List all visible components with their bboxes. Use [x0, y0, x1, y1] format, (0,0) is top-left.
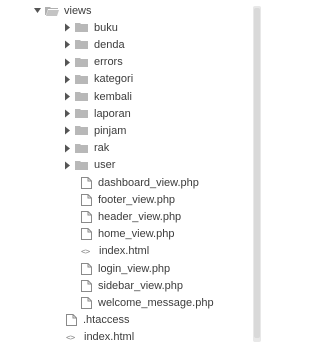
tree-item-label: laporan	[94, 107, 131, 120]
tree-item-label: views	[64, 4, 92, 17]
tree-item-label: kembali	[94, 90, 132, 103]
folder-icon	[75, 126, 88, 136]
tree-item-file[interactable]: footer_view.php	[81, 191, 320, 208]
tree-item-label: welcome_message.php	[98, 296, 214, 309]
file-icon	[81, 296, 92, 309]
file-icon	[81, 176, 92, 189]
chevron-right-icon[interactable]	[64, 144, 71, 153]
chevron-right-icon[interactable]	[64, 161, 71, 170]
tree-item-views[interactable]: views	[34, 2, 284, 19]
folder-icon	[75, 74, 88, 84]
tree-item-denda[interactable]: denda	[64, 36, 314, 53]
tree-item-file[interactable]: sidebar_view.php	[81, 277, 320, 294]
tree-item-label: .htaccess	[83, 314, 130, 327]
tree-item-buku[interactable]: buku	[64, 19, 314, 36]
chevron-right-icon[interactable]	[64, 40, 71, 49]
tree-item-file[interactable]: header_view.php	[81, 208, 320, 225]
file-icon	[66, 314, 77, 327]
file-icon	[81, 279, 92, 292]
tree-item-file[interactable]: welcome_message.php	[81, 294, 320, 311]
tree-item-label: index.html	[99, 245, 150, 258]
tree-item-label: kategori	[94, 73, 134, 86]
tree-item-pinjam[interactable]: pinjam	[64, 122, 314, 139]
tree-item-label: buku	[94, 21, 118, 34]
folder-open-icon	[45, 6, 59, 17]
folder-icon	[75, 92, 88, 102]
chevron-right-icon[interactable]	[64, 58, 71, 67]
tree-item-rak[interactable]: rak	[64, 140, 314, 157]
folder-icon	[75, 23, 88, 33]
tree-item-label: home_view.php	[98, 228, 175, 241]
tree-item-label: index.html	[84, 331, 135, 344]
tree-item-label: login_view.php	[98, 262, 171, 275]
tree-item-file[interactable]: home_view.php	[81, 226, 320, 243]
tree-item-label: dashboard_view.php	[98, 176, 199, 189]
tree-item-label: footer_view.php	[98, 193, 176, 206]
tree-item-kategori[interactable]: kategori	[64, 71, 314, 88]
tree-item-label: pinjam	[94, 124, 127, 137]
file-icon	[81, 193, 92, 206]
tree-item-file[interactable]: dashboard_view.php	[81, 174, 320, 191]
code-icon: <>	[81, 246, 90, 256]
file-icon	[81, 228, 92, 241]
tree-item-laporan[interactable]: laporan	[64, 105, 314, 122]
tree-item-file[interactable]: login_view.php	[81, 260, 320, 277]
chevron-right-icon[interactable]	[64, 109, 71, 118]
tree-item-user[interactable]: user	[64, 157, 314, 174]
tree-item-label: header_view.php	[98, 210, 182, 223]
chevron-right-icon[interactable]	[64, 126, 71, 135]
tree-item-label: user	[94, 159, 116, 172]
tree-item-file[interactable]: .htaccess	[66, 312, 316, 329]
folder-icon	[75, 143, 88, 153]
chevron-right-icon[interactable]	[64, 92, 71, 101]
file-icon	[81, 210, 92, 223]
tree-item-file[interactable]: <> index.html	[81, 243, 320, 260]
file-tree: views buku denda errors kategori kembali…	[0, 0, 265, 347]
folder-icon	[75, 109, 88, 119]
folder-icon	[75, 57, 88, 67]
tree-item-label: rak	[94, 142, 110, 155]
chevron-right-icon[interactable]	[64, 75, 71, 84]
tree-item-errors[interactable]: errors	[64, 54, 314, 71]
chevron-right-icon[interactable]	[64, 23, 71, 32]
tree-item-kembali[interactable]: kembali	[64, 88, 314, 105]
chevron-down-icon[interactable]	[34, 6, 41, 15]
tree-item-label: denda	[94, 38, 125, 51]
tree-item-file[interactable]: <> index.html	[66, 329, 316, 346]
code-icon: <>	[66, 332, 75, 342]
scrollbar-thumb[interactable]	[254, 8, 260, 338]
file-icon	[81, 262, 92, 275]
folder-icon	[75, 160, 88, 170]
tree-item-label: sidebar_view.php	[98, 279, 184, 292]
tree-item-label: errors	[94, 56, 123, 69]
folder-icon	[75, 40, 88, 50]
